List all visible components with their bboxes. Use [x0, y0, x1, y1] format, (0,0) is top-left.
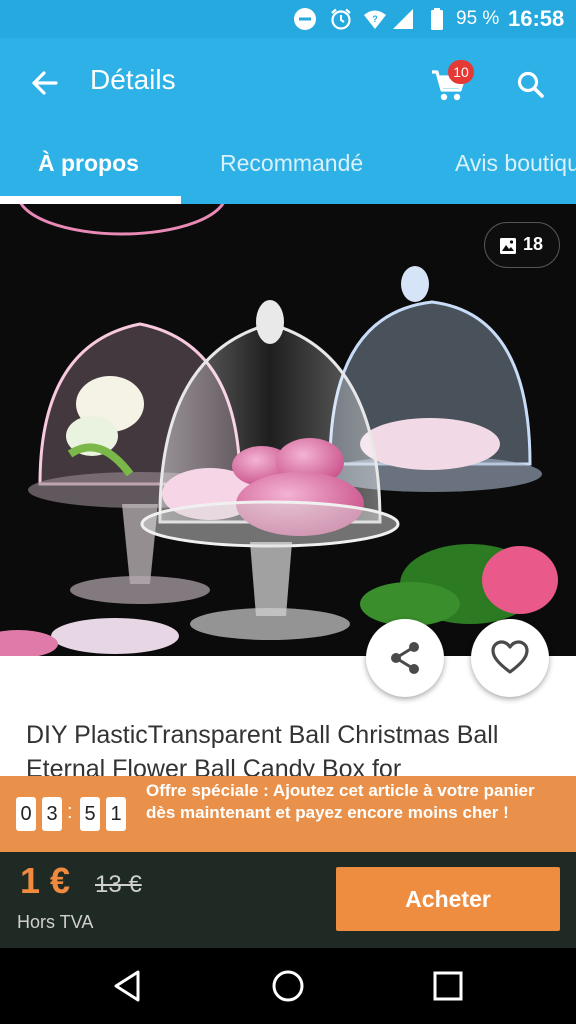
cart-count-badge: 10: [448, 60, 474, 84]
image-gallery-icon: [500, 238, 516, 254]
search-icon: [517, 71, 544, 98]
battery-icon: [431, 8, 443, 30]
tab-bar: À propos Recommandé Avis boutique: [0, 126, 576, 204]
svg-text:?: ?: [372, 14, 378, 24]
nav-home-icon[interactable]: [268, 966, 308, 1006]
search-button[interactable]: [508, 62, 554, 108]
countdown-separator: :: [67, 801, 73, 823]
back-arrow-icon: [32, 71, 58, 95]
nav-back-icon[interactable]: [108, 966, 148, 1006]
tab-avis-boutique[interactable]: Avis boutique: [455, 150, 576, 177]
signal-icon: [393, 9, 413, 29]
offer-text: Offre spéciale : Ajoutez cet article à v…: [146, 781, 535, 822]
active-tab-indicator: [0, 196, 181, 204]
alarm-icon: [331, 8, 351, 30]
photo-count: 18: [523, 234, 544, 254]
buy-button[interactable]: Acheter: [336, 867, 560, 931]
do-not-disturb-icon: [294, 8, 316, 30]
heart-icon: [491, 640, 529, 674]
product-image[interactable]: [0, 204, 576, 656]
photo-count-badge[interactable]: 18: [484, 222, 560, 268]
product-photo: [0, 204, 576, 656]
countdown-digit: 5: [80, 797, 100, 831]
system-nav-bar: [0, 948, 576, 1024]
share-icon: [391, 642, 419, 674]
wifi-icon: ?: [364, 10, 386, 29]
share-button[interactable]: [366, 619, 444, 697]
tab-recommande[interactable]: Recommandé: [220, 150, 363, 177]
tab-a-propos[interactable]: À propos: [38, 150, 139, 177]
battery-percentage: 95 %: [456, 8, 500, 29]
back-button[interactable]: [22, 60, 68, 106]
countdown-digit: 1: [106, 797, 126, 831]
app-bar: Détails 10: [0, 38, 576, 126]
page-title: Détails: [90, 64, 176, 95]
status-bar: ? 95 % 16:58: [0, 0, 576, 38]
current-price: 1 €: [20, 860, 71, 901]
nav-recents-icon[interactable]: [428, 966, 468, 1006]
tax-note: Hors TVA: [17, 912, 94, 932]
countdown-digit: 3: [42, 797, 62, 831]
clock: 16:58: [508, 6, 565, 31]
favorite-button[interactable]: [471, 619, 549, 697]
original-price: 13 €: [95, 871, 142, 898]
countdown-digit: 0: [16, 797, 36, 831]
